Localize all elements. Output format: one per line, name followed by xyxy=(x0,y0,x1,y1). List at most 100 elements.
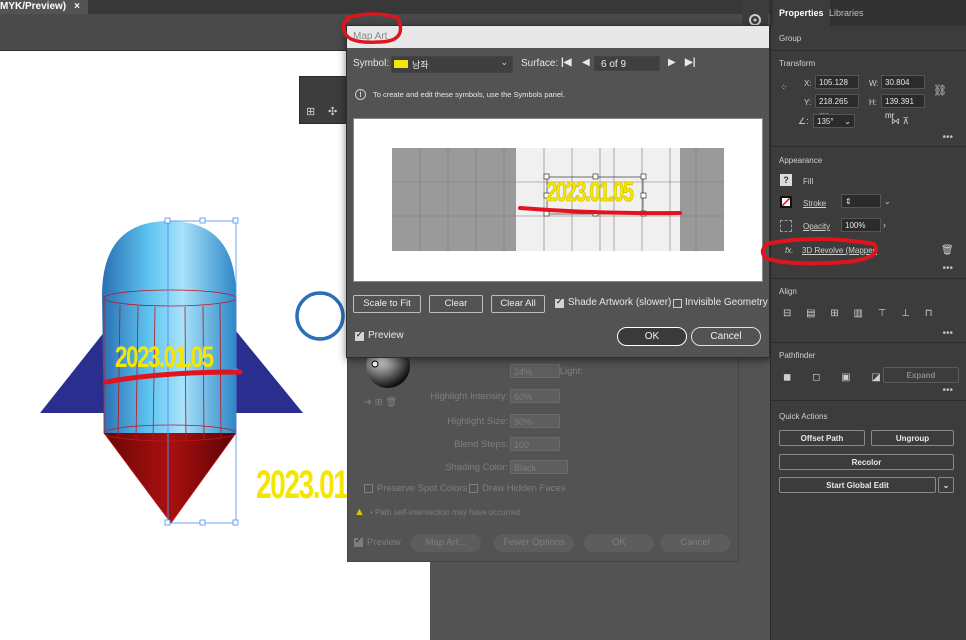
chevron-down-icon: ⌄ xyxy=(500,57,508,67)
info-text: To create and edit these symbols, use th… xyxy=(373,90,565,99)
ungroup-button[interactable]: Ungroup xyxy=(871,430,954,446)
draw-hidden-checkbox[interactable] xyxy=(469,484,478,493)
tab-libraries[interactable]: Libraries xyxy=(823,0,870,26)
invisible-geometry-label: Invisible Geometry xyxy=(685,297,768,308)
highlight-intensity-field[interactable]: 60% xyxy=(510,389,560,403)
h-field[interactable]: 139.391 mr xyxy=(881,94,925,120)
appearance-more-icon[interactable]: ••• xyxy=(942,263,953,274)
link-proportions-icon[interactable]: ⛓ xyxy=(933,84,947,97)
shading-color-select[interactable]: Black xyxy=(510,460,568,474)
symbol-icon[interactable]: ⊞ xyxy=(306,105,315,118)
document-tab-label: MYK/Preview) xyxy=(0,1,67,12)
symbol-swatch xyxy=(394,60,408,68)
preserve-spot-label: Preserve Spot Colors xyxy=(377,483,468,494)
tab-properties[interactable]: Properties xyxy=(773,0,830,26)
highlight-size-field[interactable]: 90% xyxy=(510,414,560,428)
revolve-preview-checkbox[interactable] xyxy=(354,536,363,547)
warning-icon: ▲ xyxy=(354,506,365,518)
angle-field[interactable]: 135° ⌄ xyxy=(813,114,855,128)
blend-steps-label: Blend Steps: xyxy=(454,439,508,450)
next-surface-icon[interactable]: ▶ xyxy=(668,57,676,68)
recolor-button[interactable]: Recolor xyxy=(779,454,954,470)
rocket-cone xyxy=(104,433,236,523)
symbol-value: 남좌 xyxy=(412,60,429,70)
opacity-label[interactable]: Opacity xyxy=(803,222,830,231)
align-more-icon[interactable]: ••• xyxy=(942,328,953,339)
symbol-select[interactable]: 남좌 ⌄ xyxy=(391,56,513,73)
x-label: X: xyxy=(804,79,812,88)
first-surface-icon[interactable]: |◀ xyxy=(561,57,572,68)
w-field[interactable]: 30.804 mm xyxy=(881,75,925,101)
last-surface-icon[interactable]: ▶| xyxy=(685,57,696,68)
panel-tabs: Properties Libraries xyxy=(771,0,966,26)
prev-surface-icon[interactable]: ◀ xyxy=(582,57,590,68)
start-global-edit-button[interactable]: Start Global Edit xyxy=(779,477,936,493)
symbol-label: Symbol: xyxy=(353,58,390,69)
ok-button[interactable]: OK xyxy=(617,327,687,346)
close-tab-icon[interactable]: × xyxy=(74,1,80,12)
clear-button[interactable]: Clear xyxy=(429,295,483,313)
rocket-body xyxy=(102,221,236,433)
pathfinder-more-icon[interactable]: ••• xyxy=(942,385,953,396)
fewer-options-button[interactable]: Fewer Options xyxy=(494,534,574,552)
revolve-options-dialog: ➔ ⊞ 🗑 Ambient Light: 24% Highlight Inten… xyxy=(347,330,739,562)
preview-label: Preview xyxy=(368,330,404,341)
reference-point-icon[interactable]: ⁘ xyxy=(780,82,788,93)
revolve-preview-label: Preview xyxy=(367,537,401,548)
fill-label: Fill xyxy=(803,177,814,186)
fill-swatch-icon[interactable]: ? xyxy=(780,174,792,186)
cancel-button[interactable]: Cancel xyxy=(691,327,761,346)
opacity-field[interactable]: 100% xyxy=(841,218,881,232)
surface-preview[interactable]: 2023.01.05 xyxy=(353,118,763,282)
stroke-weight-field[interactable]: ⇕ xyxy=(841,194,881,208)
invisible-geometry-checkbox[interactable] xyxy=(673,299,682,308)
chevron-down-icon[interactable]: ⌄ xyxy=(938,477,954,493)
date-text-object[interactable]: 2023.01. xyxy=(256,463,355,508)
revolve-cancel-button[interactable]: Cancel xyxy=(660,534,730,552)
chevron-down-icon[interactable]: ⌄ xyxy=(884,197,891,206)
highlight-size-label: Highlight Size: xyxy=(447,416,508,427)
trash-icon[interactable]: 🗑 xyxy=(941,245,954,256)
document-tab-bar xyxy=(0,0,770,14)
map-art-button[interactable]: Map Art... xyxy=(411,534,481,552)
map-art-dialog: Map Art Symbol: 남좌 ⌄ Surface: |◀ ◀ 6 of … xyxy=(346,25,770,358)
pathfinder-icons[interactable]: ◼ ◻ ▣ ◪ xyxy=(783,372,890,383)
properties-panel: Properties Libraries Group Transform ⁘ X… xyxy=(770,0,966,640)
blue-circle-shape[interactable] xyxy=(295,291,345,341)
blend-steps-field[interactable]: 100 xyxy=(510,437,560,451)
transform-icon[interactable]: ✣ xyxy=(328,105,337,118)
preview-date-text[interactable]: 2023.01.05 xyxy=(546,176,634,208)
preserve-spot-checkbox[interactable] xyxy=(364,484,373,493)
map-art-title: Map Art xyxy=(347,26,769,48)
appearance-section-title: Appearance xyxy=(779,156,823,165)
warning-text: • Path self-intersection may have occurr… xyxy=(370,508,523,517)
revolve-ok-button[interactable]: OK xyxy=(584,534,654,552)
x-field[interactable]: 105.128 mr xyxy=(815,75,859,101)
effect-3d-revolve[interactable]: 3D Revolve (Mapped xyxy=(802,246,877,255)
shading-color-label: Shading Color: xyxy=(445,462,508,473)
expand-button[interactable]: Expand xyxy=(883,367,959,383)
info-icon: i xyxy=(355,89,366,100)
preview-checkbox[interactable] xyxy=(355,330,364,341)
align-section-title: Align xyxy=(779,287,797,296)
scale-to-fit-button[interactable]: Scale to Fit xyxy=(353,295,421,313)
stroke-label[interactable]: Stroke xyxy=(803,199,826,208)
ambient-light-field[interactable]: 24% xyxy=(510,364,560,378)
shade-artwork-checkbox[interactable] xyxy=(555,297,564,308)
fx-icon: fx. xyxy=(785,246,794,255)
align-icons[interactable]: ⊟ ▤ ⊞ ▥ ⊤ ⊥ ⊓ xyxy=(783,308,939,319)
y-field[interactable]: 218.265 mr xyxy=(815,94,859,120)
chevron-right-icon[interactable]: › xyxy=(883,220,886,230)
angle-icon: ∠: xyxy=(798,116,809,126)
transform-more-icon[interactable]: ••• xyxy=(942,132,953,143)
opacity-icon xyxy=(780,220,792,232)
clear-all-button[interactable]: Clear All xyxy=(491,295,545,313)
flip-icons[interactable]: ⋈ ⊼ xyxy=(891,116,909,127)
document-tab[interactable]: MYK/Preview) × xyxy=(0,0,88,14)
ambient-light-label: Ambient Light: xyxy=(522,366,583,377)
quick-actions-title: Quick Actions xyxy=(779,412,828,421)
surface-label: Surface: xyxy=(521,58,559,69)
stroke-swatch-icon[interactable] xyxy=(780,196,792,208)
offset-path-button[interactable]: Offset Path xyxy=(779,430,865,446)
surface-field[interactable]: 6 of 9 xyxy=(594,56,660,71)
